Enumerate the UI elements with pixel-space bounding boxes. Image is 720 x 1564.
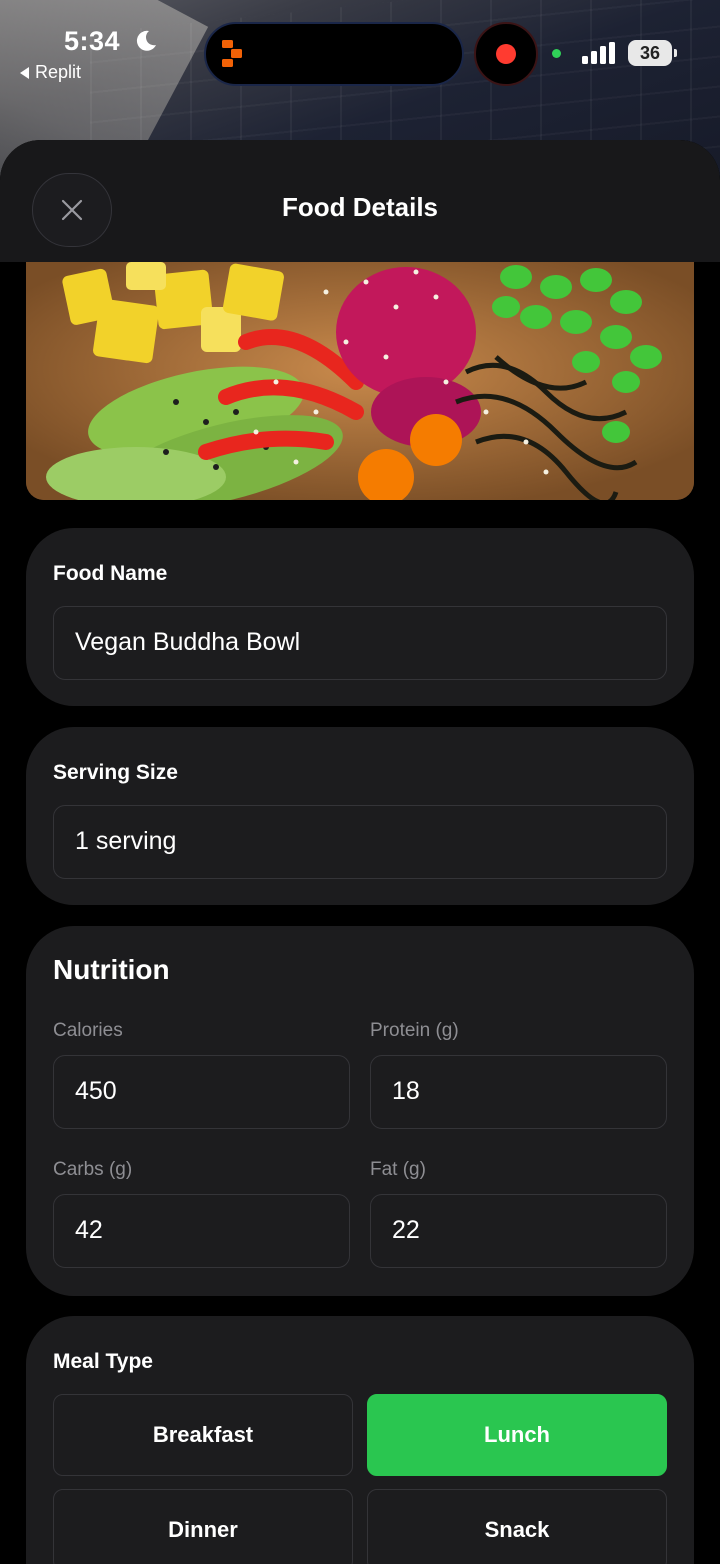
meal-option-snack[interactable]: Snack: [367, 1489, 667, 1564]
sheet-header: Food Details: [0, 140, 720, 262]
protein-input[interactable]: 18: [370, 1055, 667, 1129]
back-arrow-icon: [20, 66, 29, 79]
camera-in-use-indicator: [552, 49, 561, 58]
back-to-app-link[interactable]: Replit: [20, 62, 81, 83]
meal-option-dinner[interactable]: Dinner: [53, 1489, 353, 1564]
fat-input[interactable]: 22: [370, 1194, 667, 1268]
back-app-label: Replit: [35, 62, 82, 82]
battery-indicator: 36: [628, 40, 677, 66]
serving-size-card: Serving Size 1 serving: [26, 727, 694, 905]
food-photo: [26, 262, 694, 500]
nutrition-card: Nutrition Calories 450 Protein (g) 18 Ca…: [26, 926, 694, 1296]
carbs-label: Carbs (g): [53, 1159, 133, 1180]
status-bar: 5:34 Replit 36: [0, 0, 720, 96]
carbs-input[interactable]: 42: [53, 1194, 350, 1268]
cellular-signal-icon: [582, 42, 615, 64]
serving-size-label: Serving Size: [53, 761, 178, 784]
food-details-sheet: Food Details Food Name Vegan Buddha Bowl…: [0, 140, 720, 1564]
record-dot-icon: [496, 44, 516, 64]
calories-input[interactable]: 450: [53, 1055, 350, 1129]
serving-size-input[interactable]: 1 serving: [53, 805, 667, 879]
food-name-label: Food Name: [53, 562, 168, 585]
moon-icon: [136, 30, 156, 51]
nutrition-title: Nutrition: [53, 954, 170, 985]
food-name-input[interactable]: Vegan Buddha Bowl: [53, 606, 667, 680]
meal-option-breakfast[interactable]: Breakfast: [53, 1394, 353, 1476]
fat-label: Fat (g): [370, 1159, 426, 1180]
screen-recording-indicator: [474, 22, 538, 86]
page-title: Food Details: [281, 192, 438, 222]
food-name-card: Food Name Vegan Buddha Bowl: [26, 528, 694, 706]
replit-logo-icon: [222, 40, 242, 67]
meal-type-card: Meal Type Breakfast Lunch Dinner Snack: [26, 1316, 694, 1564]
meal-option-lunch[interactable]: Lunch: [367, 1394, 667, 1476]
meal-type-label: Meal Type: [53, 1350, 153, 1373]
status-time: 5:34: [64, 26, 121, 56]
protein-label: Protein (g): [370, 1020, 459, 1041]
calories-label: Calories: [53, 1020, 123, 1041]
